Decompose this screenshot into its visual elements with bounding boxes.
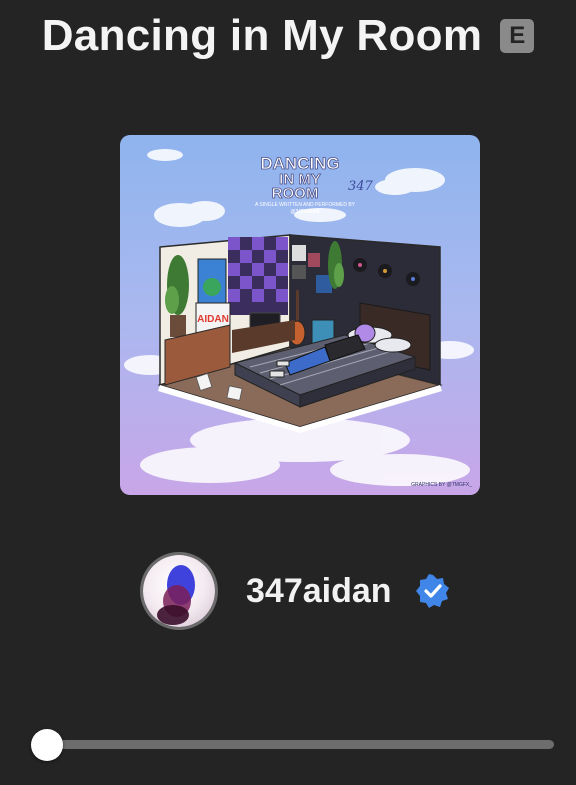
artist-avatar[interactable]	[140, 552, 218, 630]
album-art-illustration: DANCING IN MY ROOM 347 A SINGLE WRITTEN …	[120, 135, 480, 495]
album-handle: @347AIDAN	[290, 209, 319, 215]
album-credit: GRAPHICS BY @TMGFX_	[411, 482, 472, 488]
isometric-room: AIDAN	[157, 234, 443, 433]
scrubber-thumb[interactable]	[31, 729, 63, 761]
album-cover[interactable]: DANCING IN MY ROOM 347 A SINGLE WRITTEN …	[120, 135, 480, 495]
playback-scrubber[interactable]	[30, 728, 556, 762]
artist-name[interactable]: 347aidan	[246, 572, 392, 611]
poster-aidan-text: AIDAN	[197, 314, 229, 325]
artist-row[interactable]: 347aidan	[140, 552, 450, 630]
track-title: Dancing in My Room	[41, 11, 483, 60]
album-subtitle: A SINGLE WRITTEN AND PERFORMED BY	[255, 202, 356, 208]
title-row: Dancing in My Room E	[0, 10, 576, 62]
explicit-badge: E	[500, 19, 535, 53]
scrubber-track[interactable]	[44, 740, 554, 749]
album-title-line3: ROOM	[272, 185, 319, 202]
verified-check-icon	[415, 574, 449, 608]
checker-wall	[228, 237, 288, 315]
album-script-text: 347	[348, 179, 374, 194]
